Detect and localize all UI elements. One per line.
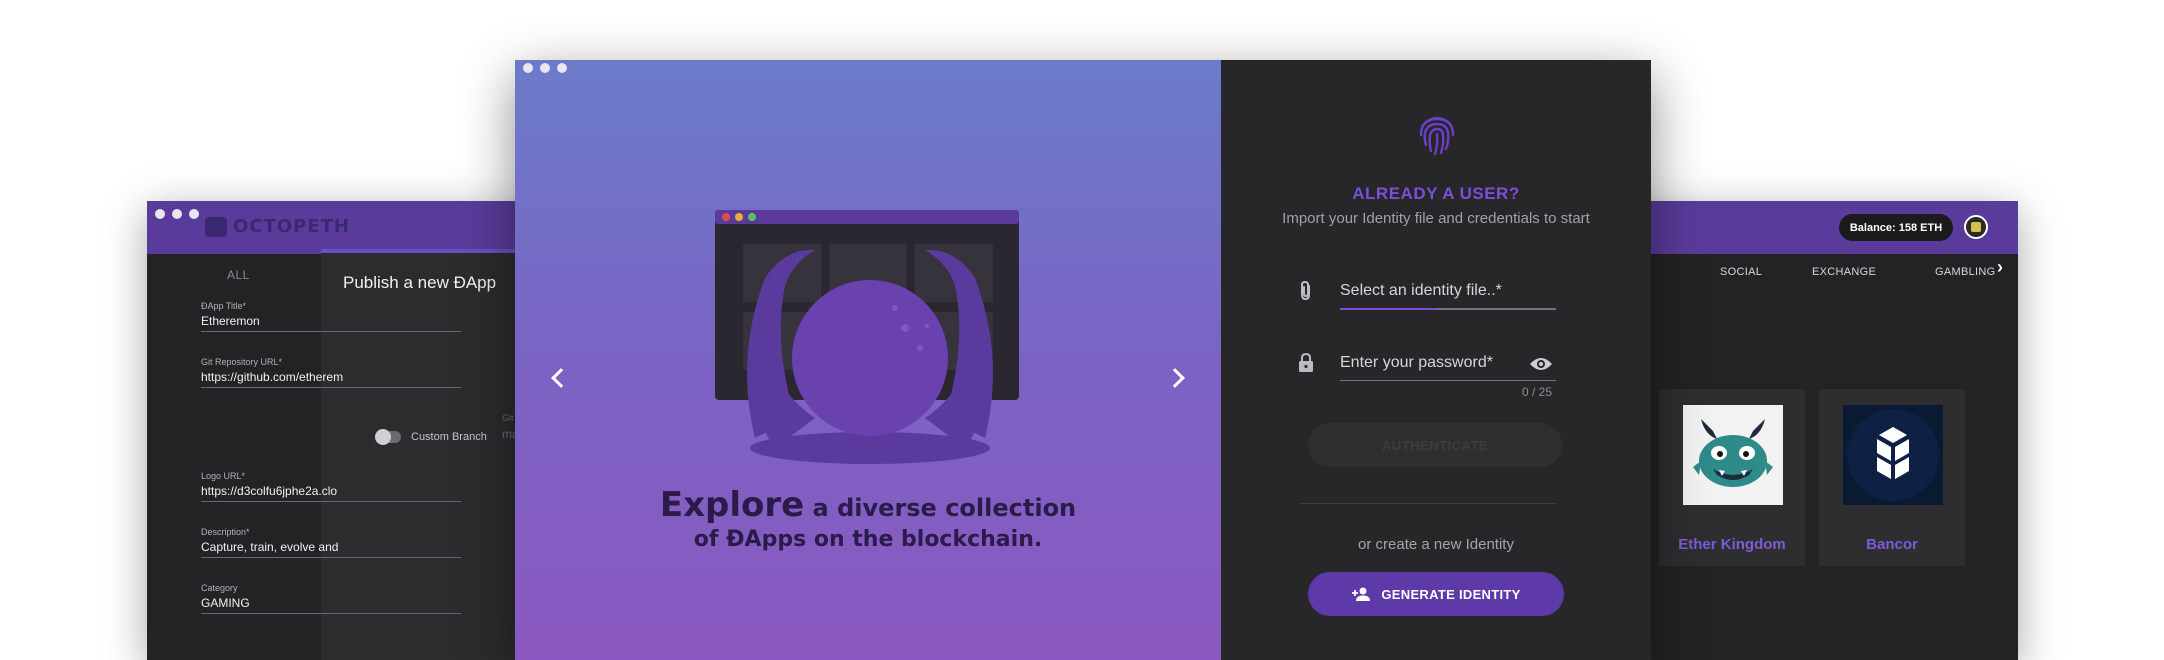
category-social[interactable]: SOCIAL	[1720, 266, 1762, 278]
custom-branch-toggle[interactable]	[375, 429, 401, 445]
input-underline	[1340, 308, 1556, 310]
field-value[interactable]: https://d3colfu6jphe2a.clo	[201, 484, 461, 498]
input-underline	[1340, 380, 1556, 381]
login-panel: ALREADY A USER? Import your Identity fil…	[1221, 60, 1651, 660]
balance-badge: Balance: 158 ETH	[1839, 214, 1953, 241]
category-gambling[interactable]: GAMBLING	[1935, 266, 1995, 278]
headline-line1: a diverse collection	[804, 494, 1077, 522]
onboarding-carousel: Explore a diverse collection of ÐApps on…	[515, 60, 1221, 660]
front-app-window: Explore a diverse collection of ÐApps on…	[515, 60, 1651, 660]
fingerprint-icon	[1419, 116, 1455, 156]
headline-emphasis: Explore	[659, 485, 805, 525]
publish-title: Publish a new ÐApp	[343, 273, 497, 292]
brand-name: OCTOPETH	[233, 216, 350, 237]
lock-icon	[1299, 352, 1313, 372]
category-exchange[interactable]: EXCHANGE	[1812, 266, 1876, 278]
brand-logo: OCTOPETH	[205, 216, 350, 237]
category-all[interactable]: ALL	[227, 268, 250, 282]
custom-branch-label: Custom Branch	[411, 431, 487, 443]
generate-identity-button[interactable]: GENERATE IDENTITY	[1308, 572, 1564, 616]
dapp-card-ether-kingdom[interactable]: Ether Kingdom	[1659, 389, 1805, 566]
git-branch-label: Git	[502, 413, 514, 423]
card-name: Ether Kingdom	[1678, 536, 1786, 553]
octopus-logo-icon	[205, 216, 227, 237]
chevron-right-icon[interactable]: ›	[1997, 257, 2003, 278]
dapp-title-field[interactable]: ÐApp Title* Etheremon	[201, 301, 461, 332]
carousel-next-arrow-icon[interactable]	[1165, 365, 1193, 393]
generate-identity-label: GENERATE IDENTITY	[1381, 586, 1521, 602]
octopus-illustration-icon	[715, 210, 1019, 464]
field-underline	[201, 331, 461, 332]
bancor-logo-icon	[1843, 405, 1943, 505]
divider	[1300, 503, 1556, 504]
logo-url-field[interactable]: Logo URL* https://d3colfu6jphe2a.clo	[201, 471, 461, 502]
field-label: ÐApp Title*	[201, 301, 247, 311]
field-value[interactable]: GAMING	[201, 596, 461, 610]
field-underline	[201, 557, 461, 558]
field-underline	[201, 501, 461, 502]
toggle-knob	[375, 429, 391, 445]
headline-line2: of ÐApps on the blockchain.	[693, 527, 1043, 552]
field-value[interactable]: Capture, train, evolve and	[201, 540, 461, 554]
password-counter: 0 / 25	[1522, 385, 1553, 399]
identity-file-placeholder: Select an identity file..*	[1340, 282, 1502, 299]
back-window-controls[interactable]	[155, 209, 199, 219]
carousel-prev-arrow-icon[interactable]	[544, 365, 572, 393]
card-name: Bancor	[1866, 536, 1918, 553]
front-window-controls[interactable]	[523, 63, 567, 73]
field-value[interactable]: Etheremon	[201, 314, 461, 328]
field-label: Logo URL*	[201, 471, 246, 481]
authenticate-label: AUTHENTICATE	[1381, 437, 1489, 453]
add-person-icon	[1352, 587, 1371, 601]
authenticate-button[interactable]: AUTHENTICATE	[1308, 423, 1562, 467]
dapp-card-bancor[interactable]: Bancor	[1819, 389, 1965, 566]
already-user-subtitle: Import your Identity file and credential…	[1282, 210, 1590, 227]
password-placeholder: Enter your password*	[1340, 354, 1493, 371]
field-underline	[201, 613, 461, 614]
create-identity-prompt: or create a new Identity	[1358, 536, 1514, 553]
monster-logo-icon	[1683, 405, 1783, 505]
git-url-field[interactable]: Git Repository URL* https://github.com/e…	[201, 357, 461, 388]
field-value[interactable]: https://github.com/etherem	[201, 370, 461, 384]
field-label: Description*	[201, 527, 250, 537]
already-user-title: ALREADY A USER?	[1352, 184, 1520, 203]
category-field[interactable]: Category GAMING	[201, 583, 461, 614]
field-label: Git Repository URL*	[201, 357, 283, 367]
avatar[interactable]	[1964, 215, 1988, 239]
description-field[interactable]: Description* Capture, train, evolve and	[201, 527, 461, 558]
paperclip-icon	[1301, 280, 1310, 301]
eye-icon[interactable]	[1529, 356, 1553, 372]
carousel-headline: Explore a diverse collection of ÐApps on…	[515, 485, 1221, 552]
field-label: Category	[201, 583, 238, 593]
field-underline	[201, 387, 461, 388]
